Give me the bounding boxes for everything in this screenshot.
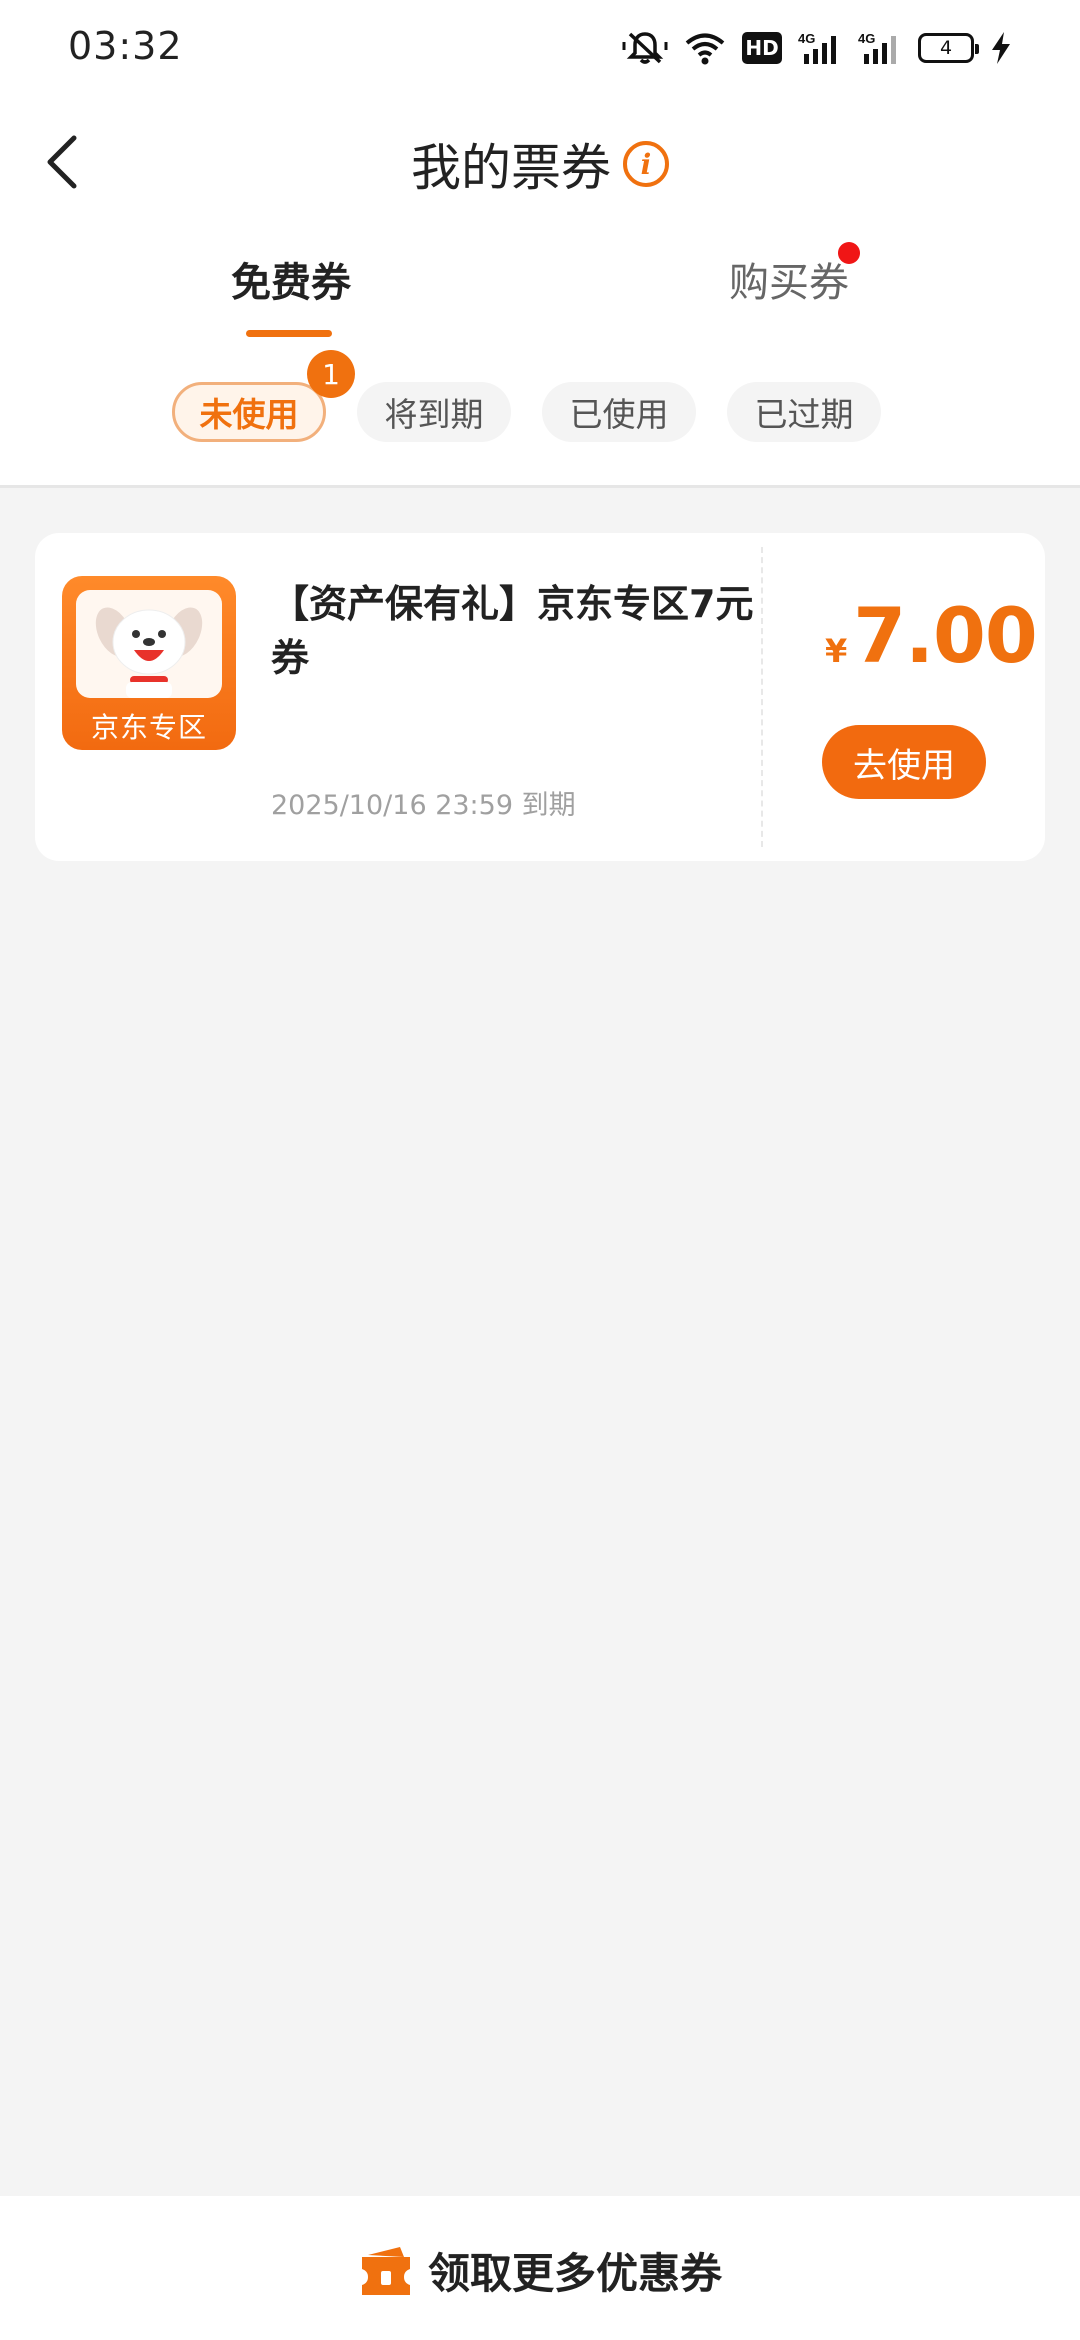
get-more-coupons-button[interactable]: 领取更多优惠券: [0, 2240, 1080, 2301]
tab-purchased-coupons[interactable]: 购买券: [729, 250, 849, 308]
ticket-icon: [361, 2246, 410, 2295]
chip-used[interactable]: 已使用: [542, 382, 696, 442]
page-title: 我的票券: [411, 139, 611, 197]
coupon-divider: [761, 547, 763, 847]
page-title-wrap: 我的票券 i: [0, 128, 1080, 200]
notification-dot: [838, 242, 860, 264]
mascot-dog-icon: [76, 590, 222, 698]
coupon-amount: 7.00: [853, 591, 1038, 680]
info-icon[interactable]: i: [623, 141, 669, 187]
coupon-thumb-label: 京东专区: [90, 711, 207, 744]
filter-chips: 未使用 将到期 已使用 已过期: [172, 382, 881, 442]
signal-4g-icon: 4G: [858, 30, 902, 66]
currency-symbol: ¥: [825, 632, 848, 670]
chip-unused[interactable]: 未使用: [172, 382, 326, 442]
status-bar: 03:32 HD 4G 4G 4: [0, 0, 1080, 96]
battery-icon: 4: [918, 33, 979, 63]
network-label-1: 4G: [798, 31, 815, 46]
network-label-2: 4G: [858, 31, 875, 46]
bottom-bar: 领取更多优惠券: [0, 2196, 1080, 2340]
coupon-expiry: 2025/10/16 23:59 到期: [271, 790, 576, 821]
tab-active-indicator: [246, 330, 332, 337]
get-more-coupons-label: 领取更多优惠券: [427, 2249, 722, 2298]
chip-expired[interactable]: 已过期: [727, 382, 881, 442]
chip-expiring-soon[interactable]: 将到期: [357, 382, 511, 442]
coupon-card[interactable]: 京东专区 【资产保有礼】京东专区7元券 2025/10/16 23:59 到期 …: [35, 533, 1045, 861]
unused-count-badge: 1: [307, 350, 355, 398]
tab-free-coupons[interactable]: 免费券: [231, 250, 351, 308]
hd-icon: HD: [742, 32, 782, 64]
coupon-thumbnail: 京东专区: [62, 576, 236, 750]
coupon-price: ¥ 7.00: [825, 591, 1038, 680]
charging-icon: [990, 31, 1012, 65]
status-icons: HD 4G 4G 4: [622, 26, 1012, 70]
mute-icon: [622, 30, 668, 66]
coupon-title: 【资产保有礼】京东专区7元券: [271, 582, 754, 680]
wifi-icon: [684, 31, 726, 65]
status-time: 03:32: [68, 24, 183, 68]
use-coupon-button[interactable]: 去使用: [822, 725, 986, 799]
signal-4g-icon: 4G: [798, 30, 842, 66]
header: 我的票券 i: [0, 110, 1080, 210]
